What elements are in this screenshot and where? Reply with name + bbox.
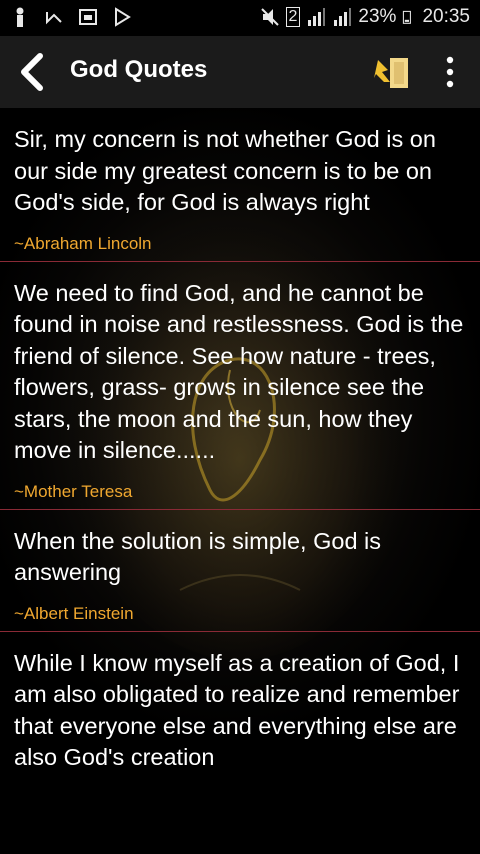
- play-store-icon: [115, 7, 131, 27]
- screen: 2 23% 20:35 God Quotes Sir, my concern i…: [0, 0, 480, 854]
- page-title: God Quotes: [70, 56, 208, 83]
- overflow-menu-icon[interactable]: [440, 54, 460, 90]
- sim-indicator: 2: [285, 7, 301, 27]
- share-icon[interactable]: [370, 50, 414, 94]
- signal-icon: [308, 8, 326, 26]
- quote-text: While I know myself as a creation of God…: [14, 649, 460, 771]
- quote-author: ~Abraham Lincoln: [14, 233, 152, 253]
- quote-text: When the solution is simple, God is answ…: [14, 527, 382, 586]
- battery-percent: 23%: [358, 6, 397, 27]
- quote-item[interactable]: When the solution is simple, God is answ…: [0, 510, 480, 632]
- mute-icon: [260, 8, 279, 26]
- back-arrow-icon[interactable]: [14, 52, 50, 92]
- quote-text: We need to find God, and he cannot be fo…: [14, 279, 464, 464]
- person-icon: [16, 7, 24, 27]
- quote-item[interactable]: We need to find God, and he cannot be fo…: [0, 262, 480, 510]
- app-bar: God Quotes: [0, 36, 480, 108]
- clock: 20:35: [422, 6, 470, 27]
- battery-icon: [403, 10, 412, 24]
- quote-author: ~Mother Teresa: [14, 481, 133, 501]
- signal-wave-icon: [46, 12, 62, 25]
- quote-item[interactable]: While I know myself as a creation of God…: [0, 632, 480, 774]
- quote-list: Sir, my concern is not whether God is on…: [0, 108, 480, 774]
- status-bar: 2 23% 20:35: [0, 0, 480, 36]
- gallery-icon: [79, 9, 97, 25]
- quote-author: ~Albert Einstein: [14, 603, 134, 623]
- signal-icon-2: [334, 8, 352, 26]
- quote-text: Sir, my concern is not whether God is on…: [14, 126, 436, 215]
- quote-item[interactable]: Sir, my concern is not whether God is on…: [0, 108, 480, 262]
